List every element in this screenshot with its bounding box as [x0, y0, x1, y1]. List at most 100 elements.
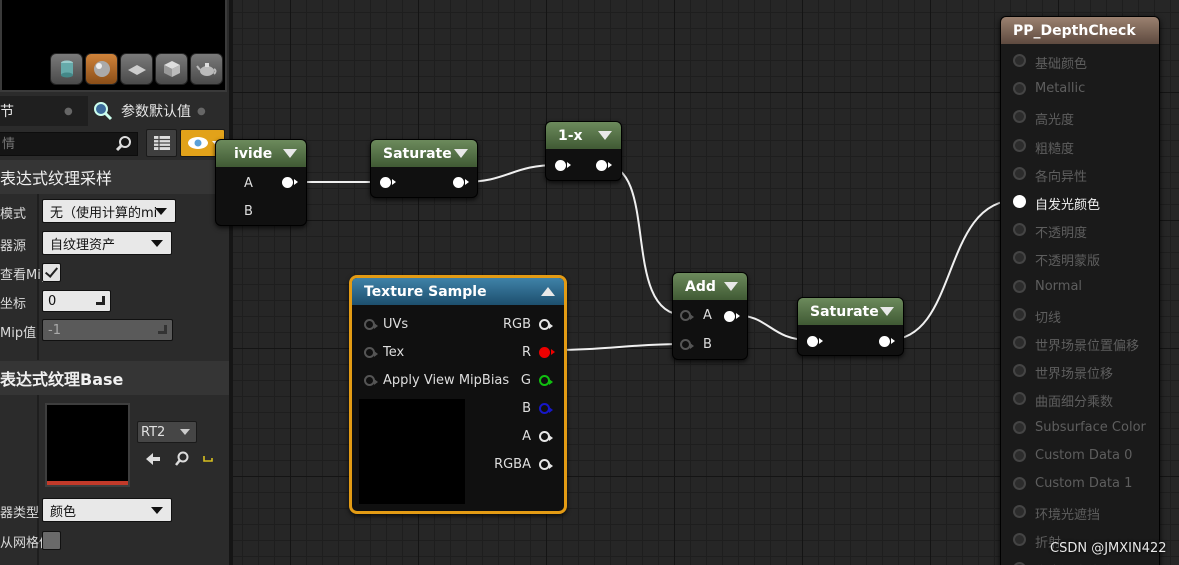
tab-label: 参数默认值 — [121, 104, 191, 120]
material-input-label: 基础颜色 — [1035, 57, 1088, 72]
automatic-view-mip-checkbox[interactable] — [42, 263, 61, 282]
node-divide[interactable]: ivide A B — [215, 139, 307, 226]
node-header[interactable]: Add — [673, 273, 747, 300]
teapot-icon[interactable] — [190, 53, 223, 85]
input-pin-tex[interactable] — [364, 347, 378, 358]
output-pin[interactable] — [879, 336, 895, 347]
input-pin-b[interactable] — [680, 339, 694, 350]
search-icon[interactable] — [115, 135, 133, 153]
node-saturate-1[interactable]: Saturate — [370, 139, 478, 198]
material-input-pin[interactable] — [1013, 166, 1026, 180]
material-input-pin[interactable] — [1013, 307, 1026, 321]
material-input-label: 不透明蒙版 — [1035, 254, 1101, 270]
material-input-pin[interactable] — [1013, 561, 1026, 565]
search-field[interactable] — [0, 132, 138, 156]
material-input-pin[interactable] — [1013, 505, 1026, 519]
node-title: Saturate — [383, 145, 452, 162]
collapse-arrow-icon[interactable] — [541, 287, 555, 296]
search-input[interactable] — [0, 133, 110, 156]
node-title: 1-x — [558, 127, 583, 144]
prop-label: 器类型 — [0, 506, 40, 521]
collapse-arrow-icon[interactable] — [880, 307, 894, 316]
node-one-minus[interactable]: 1-x — [545, 121, 622, 181]
output-pin-rgba[interactable] — [539, 459, 553, 470]
output-pin[interactable] — [596, 160, 612, 171]
output-pin-r[interactable] — [539, 347, 555, 358]
cube-icon[interactable] — [155, 53, 188, 85]
sampler-type-dropdown[interactable]: 颜色 — [42, 498, 172, 522]
viewport-preview[interactable] — [0, 0, 227, 92]
material-input-pin[interactable] — [1013, 533, 1026, 547]
node-header[interactable]: Texture Sample — [352, 278, 564, 305]
material-input-pin[interactable] — [1013, 251, 1026, 265]
material-input-pin[interactable] — [1013, 420, 1026, 434]
material-input-pin[interactable] — [1013, 110, 1026, 124]
material-input-pin[interactable] — [1013, 223, 1026, 237]
details-panel: 节 ● 参数默认值 ● 表达式纹理采样 模式 无（使用计算的mi — [0, 0, 229, 565]
output-pin-rgb[interactable] — [539, 319, 553, 330]
node-material-result[interactable]: PP_DepthCheck 基础颜色 Metallic 高光度 粗糙度 各向异性 自发光颜… — [1000, 16, 1160, 565]
input-pin-mipbias[interactable] — [364, 375, 378, 386]
input-pin-a[interactable] — [680, 310, 694, 321]
material-input-pin[interactable] — [1013, 477, 1026, 490]
material-input-pin[interactable] — [1013, 54, 1026, 67]
node-header[interactable]: 1-x — [546, 122, 621, 149]
texture-thumbnail[interactable] — [45, 403, 130, 487]
cylinder-icon[interactable] — [50, 53, 83, 85]
output-pin-a[interactable] — [539, 431, 553, 442]
tab-parameter-defaults[interactable]: 参数默认值 ● — [88, 96, 229, 126]
node-texture-sample[interactable]: Texture Sample UVs Tex Apply View MipBia… — [349, 275, 567, 514]
output-pin[interactable] — [724, 311, 740, 322]
mipvalue-mode-dropdown[interactable]: 无（使用计算的mi — [42, 199, 176, 223]
input-pin[interactable] — [807, 336, 823, 347]
view-options-button[interactable] — [146, 129, 177, 157]
material-input-pin[interactable] — [1013, 138, 1026, 152]
material-input-pin[interactable] — [1013, 364, 1026, 378]
material-input-label: 各向异性 — [1035, 169, 1088, 185]
output-pin-g[interactable] — [539, 375, 553, 386]
close-icon[interactable]: ● — [64, 106, 73, 117]
output-pin-b[interactable] — [539, 403, 553, 414]
section-title: 表达式纹理采样 — [0, 169, 113, 188]
section-texture-sample[interactable]: 表达式纹理采样 — [0, 160, 229, 194]
node-header[interactable]: Saturate — [371, 140, 477, 167]
node-header[interactable]: Saturate — [798, 298, 903, 325]
material-input-pin[interactable] — [1013, 195, 1026, 208]
texture-asset-dropdown[interactable]: RT2 — [137, 421, 197, 443]
output-pin[interactable] — [282, 177, 298, 188]
material-input-label: Custom Data 0 — [1035, 447, 1133, 463]
collapse-arrow-icon[interactable] — [454, 149, 468, 158]
collapse-arrow-icon[interactable] — [283, 149, 297, 158]
plane-icon[interactable] — [120, 53, 153, 85]
node-header[interactable]: PP_DepthCheck — [1001, 17, 1159, 44]
tab-details[interactable]: 节 ● — [0, 96, 84, 126]
material-input-pin[interactable] — [1013, 448, 1026, 462]
input-pin[interactable] — [555, 160, 571, 171]
material-input-pin[interactable] — [1013, 279, 1026, 293]
coordinate-index-field[interactable]: 0 — [42, 290, 111, 312]
sphere-icon[interactable] — [85, 53, 118, 85]
material-input-pin[interactable] — [1013, 82, 1026, 96]
arrow-left-icon[interactable] — [144, 450, 162, 468]
drag-grip-icon — [96, 296, 105, 305]
material-input-pin[interactable] — [1013, 392, 1026, 406]
section-texture-base[interactable]: 表达式纹理Base — [0, 361, 229, 395]
output-pin[interactable] — [453, 177, 469, 188]
node-header[interactable]: ivide — [216, 140, 306, 167]
reset-arrow-icon[interactable] — [200, 450, 218, 468]
pin-label: A — [703, 308, 712, 323]
node-add[interactable]: Add A B — [672, 272, 748, 360]
browse-search-icon[interactable] — [173, 450, 191, 468]
is-default-meshpaint-checkbox[interactable] — [42, 531, 61, 550]
input-pin[interactable] — [380, 177, 396, 188]
collapse-arrow-icon[interactable] — [598, 131, 612, 140]
close-icon[interactable]: ● — [197, 106, 206, 117]
material-input-pin[interactable] — [1013, 336, 1026, 349]
node-saturate-2[interactable]: Saturate — [797, 297, 904, 356]
dropdown-value: 无（使用计算的mi — [50, 205, 158, 221]
input-pin-uvs[interactable] — [364, 319, 378, 330]
texture-preview — [359, 399, 465, 504]
collapse-arrow-icon[interactable] — [724, 282, 738, 291]
pin-label: RGB — [502, 317, 531, 332]
sampler-source-dropdown[interactable]: 自纹理资产 — [42, 231, 172, 255]
